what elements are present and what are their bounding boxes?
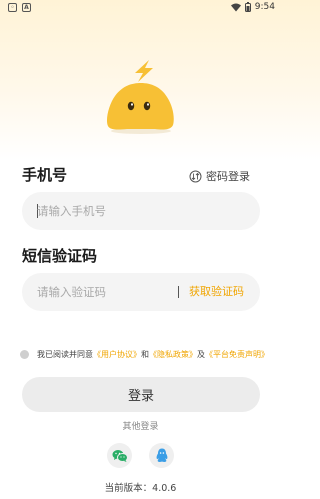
battery-icon (244, 2, 251, 12)
notification-icons: ◦ A (8, 3, 31, 12)
qq-login-button[interactable] (149, 443, 174, 468)
status-right: 9:54 (230, 2, 275, 12)
switch-icon (189, 170, 202, 182)
agreement-prefix: 我已阅读并同意 (37, 350, 93, 359)
wifi-icon (230, 3, 241, 11)
a-notification-icon: A (22, 3, 31, 12)
user-agreement-link[interactable]: 《用户协议》 (93, 349, 141, 360)
get-code-button[interactable]: 获取验证码 (189, 273, 244, 311)
password-login-link[interactable]: 密码登录 (189, 168, 250, 184)
password-login-label: 密码登录 (206, 170, 250, 183)
code-input-box[interactable]: 获取验证码 (22, 273, 260, 311)
agreement-and-2: 及 (197, 350, 205, 359)
phone-input[interactable] (37, 192, 177, 230)
divider (178, 286, 179, 298)
status-bar: ◦ A 9:54 (0, 0, 281, 16)
app-notification-icon: ◦ (8, 3, 17, 12)
agreement-checkbox[interactable] (20, 350, 29, 359)
phone-input-box[interactable] (22, 192, 260, 230)
version-label: 当前版本：4.0.6 (104, 483, 177, 494)
disclaimer-link[interactable]: 《平台免责声明》 (205, 349, 269, 360)
qq-icon (156, 448, 167, 462)
wechat-icon (112, 449, 128, 462)
phone-title: 手机号 (22, 166, 68, 184)
mascot-logo (106, 60, 174, 134)
code-title: 短信验证码 (22, 247, 98, 265)
agreement-row: 我已阅读并同意 《用户协议》 和 《隐私政策》 及 《平台免责声明》 (20, 349, 269, 360)
privacy-policy-link[interactable]: 《隐私政策》 (149, 349, 197, 360)
wechat-login-button[interactable] (107, 443, 132, 468)
other-login-label: 其他登录 (122, 422, 159, 432)
agreement-and-1: 和 (141, 350, 149, 359)
login-button[interactable]: 登录 (22, 377, 260, 412)
status-time: 9:54 (254, 2, 275, 12)
code-input[interactable] (37, 273, 177, 311)
